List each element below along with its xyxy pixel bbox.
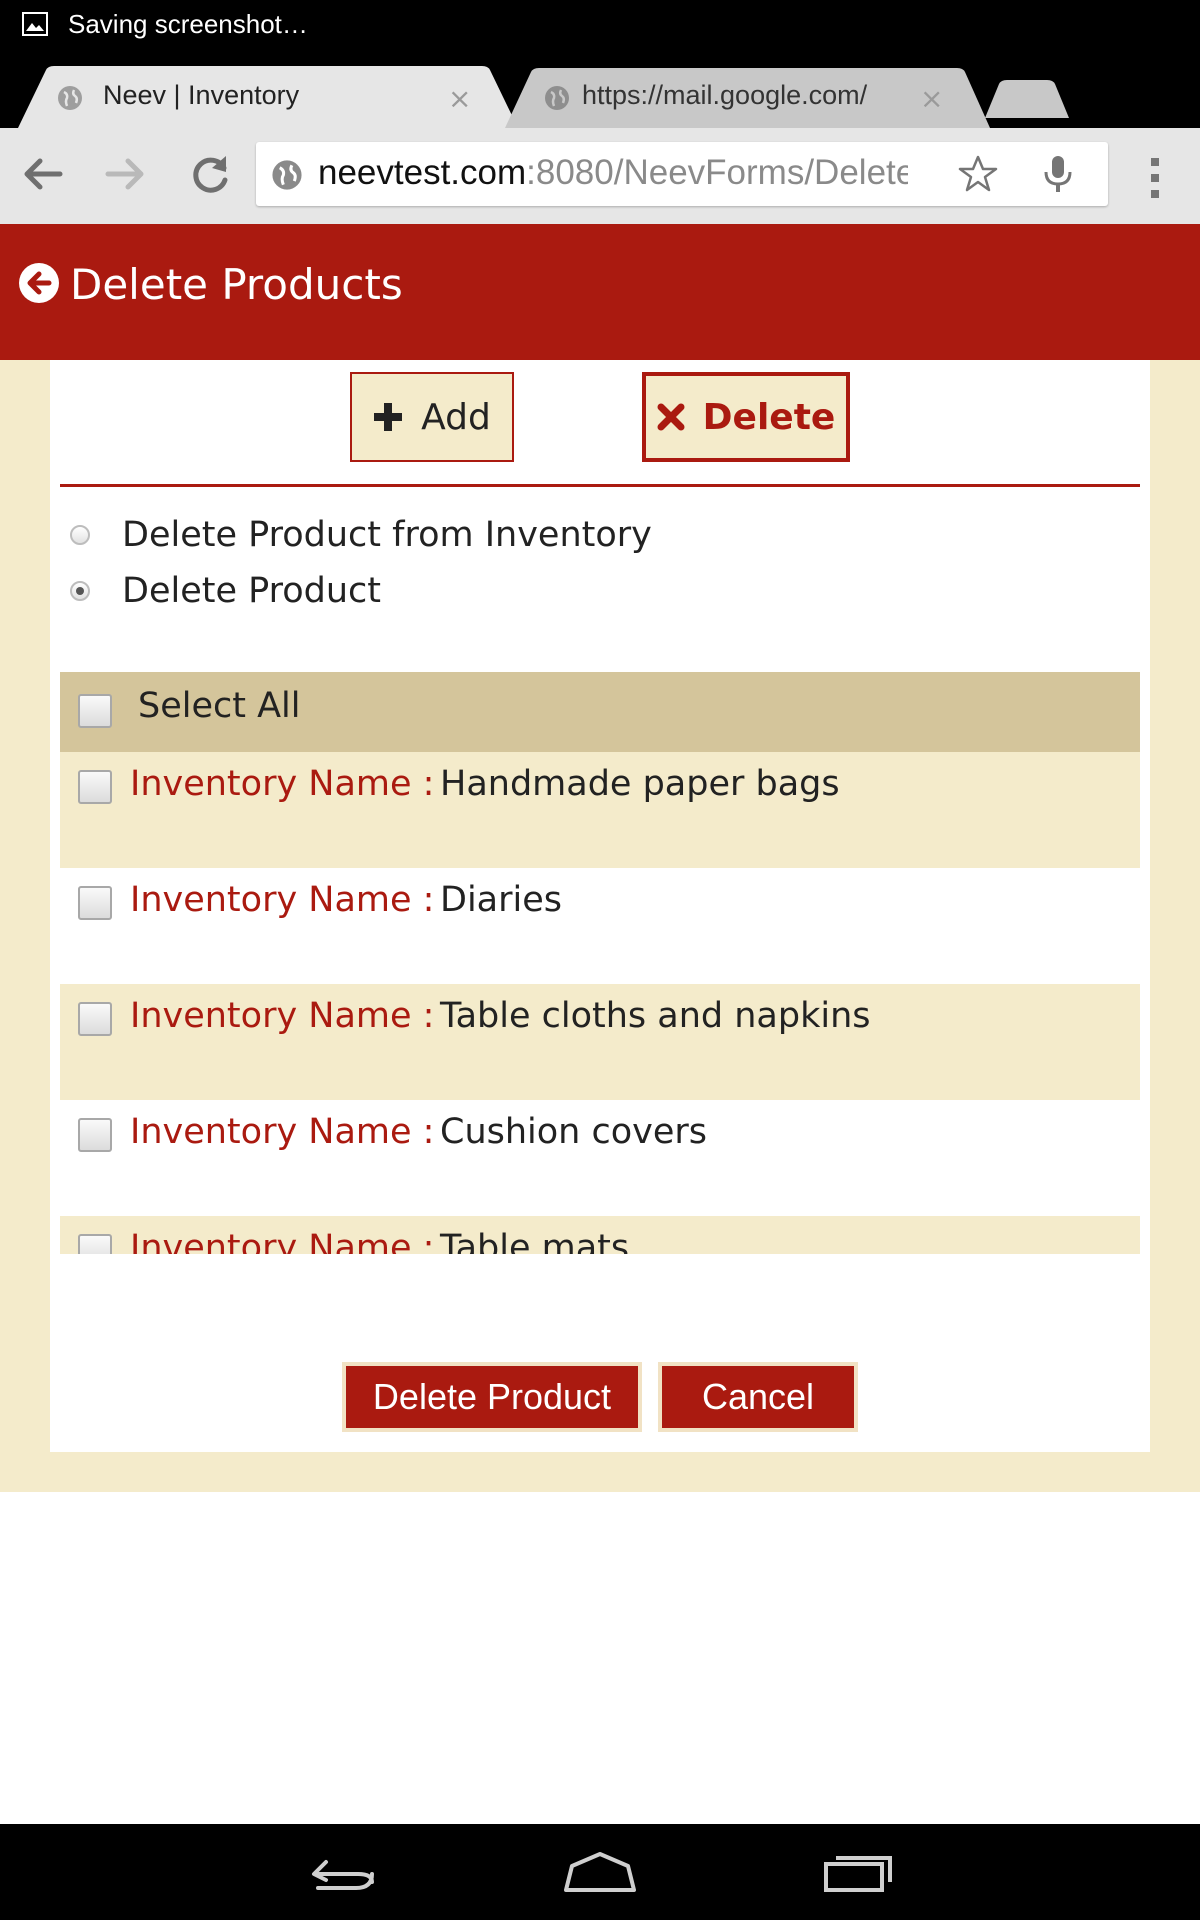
item-checkbox[interactable] [78, 770, 112, 804]
tab-neev-inventory[interactable]: Neev | Inventory × [18, 66, 518, 128]
tab-title: Neev | Inventory [103, 80, 300, 110]
tab-close-icon[interactable]: × [920, 82, 943, 115]
delete-mode-button[interactable]: Delete [642, 372, 850, 462]
url-text: neevtest.com:8080/NeevForms/Delete [318, 153, 908, 193]
section-divider [60, 484, 1140, 487]
forward-arrow-icon[interactable] [104, 152, 148, 196]
tab-title: https://mail.google.com/ [582, 80, 868, 110]
tab-strip: Neev | Inventory × https://mail.google.c… [0, 50, 1200, 128]
bookmark-star-icon[interactable] [958, 154, 998, 194]
inventory-name-value: Table mats [440, 1228, 630, 1254]
globe-icon [58, 86, 82, 110]
list-item: Inventory Name : Cushion covers [60, 1100, 1140, 1216]
inventory-list: Select All Inventory Name : Handmade pap… [60, 672, 1140, 1254]
back-arrow-icon[interactable] [20, 152, 64, 196]
delete-products-panel: Add Delete Delete Product from Inventory… [50, 360, 1150, 1452]
status-bar: Saving screenshot… [0, 0, 1200, 50]
list-item: Inventory Name : Table cloths and napkin… [60, 984, 1140, 1100]
inventory-name-label: Inventory Name : [130, 1228, 435, 1254]
add-mode-button[interactable]: Add [350, 372, 514, 462]
recents-nav-icon[interactable] [822, 1850, 894, 1894]
inventory-name-label: Inventory Name : [130, 880, 435, 920]
url-host: neevtest.com [318, 153, 527, 192]
status-notification-text: Saving screenshot… [68, 9, 308, 39]
overflow-menu-icon[interactable] [1148, 156, 1162, 200]
option-delete-product[interactable]: Delete Product [70, 569, 381, 613]
plus-icon [374, 403, 403, 431]
select-all-row[interactable]: Select All [60, 672, 1140, 752]
url-path: :8080/NeevForms/Delete [526, 153, 908, 192]
radio-button-selected[interactable] [70, 581, 90, 601]
inventory-name-value: Diaries [440, 880, 563, 920]
inventory-name-value: Cushion covers [440, 1112, 708, 1152]
select-all-checkbox[interactable] [78, 694, 112, 728]
reload-icon[interactable] [188, 152, 232, 196]
new-tab-button[interactable] [985, 80, 1069, 120]
browser-toolbar: neevtest.com:8080/NeevForms/Delete [0, 128, 1200, 226]
inventory-name-label: Inventory Name : [130, 1112, 435, 1152]
cancel-button[interactable]: Cancel [658, 1362, 858, 1432]
page-title: Delete Products [70, 260, 403, 309]
item-checkbox[interactable] [78, 1002, 112, 1036]
add-mode-label: Add [421, 396, 491, 438]
tab-close-icon[interactable]: × [448, 82, 471, 115]
item-checkbox[interactable] [78, 1118, 112, 1152]
tab-gmail[interactable]: https://mail.google.com/ × [505, 66, 990, 128]
list-item: Inventory Name : Table mats [60, 1216, 1140, 1254]
option-label: Delete Product [122, 571, 382, 611]
globe-icon [545, 86, 569, 110]
option-label: Delete Product from Inventory [122, 515, 652, 555]
inventory-name-label: Inventory Name : [130, 764, 435, 804]
delete-mode-label: Delete [702, 396, 836, 438]
back-nav-icon[interactable] [308, 1850, 378, 1894]
home-nav-icon[interactable] [562, 1850, 638, 1894]
item-checkbox[interactable] [78, 886, 112, 920]
select-all-label: Select All [138, 686, 301, 726]
back-circle-icon[interactable] [18, 262, 60, 304]
address-bar[interactable]: neevtest.com:8080/NeevForms/Delete [256, 142, 1108, 206]
microphone-icon[interactable] [1041, 154, 1075, 196]
inventory-name-value: Handmade paper bags [440, 764, 840, 804]
radio-button[interactable] [70, 525, 90, 545]
image-icon [22, 12, 48, 36]
inventory-name-label: Inventory Name : [130, 996, 435, 1036]
inventory-name-value: Table cloths and napkins [440, 996, 871, 1036]
option-delete-from-inventory[interactable]: Delete Product from Inventory [70, 513, 652, 557]
list-item: Inventory Name : Diaries [60, 868, 1140, 984]
delete-product-button[interactable]: Delete Product [342, 1362, 642, 1432]
app-header: Delete Products [0, 224, 1200, 360]
item-checkbox[interactable] [78, 1234, 112, 1254]
close-x-icon [657, 403, 685, 431]
system-navigation-bar [0, 1824, 1200, 1920]
globe-icon [272, 160, 302, 190]
list-item: Inventory Name : Handmade paper bags [60, 752, 1140, 868]
